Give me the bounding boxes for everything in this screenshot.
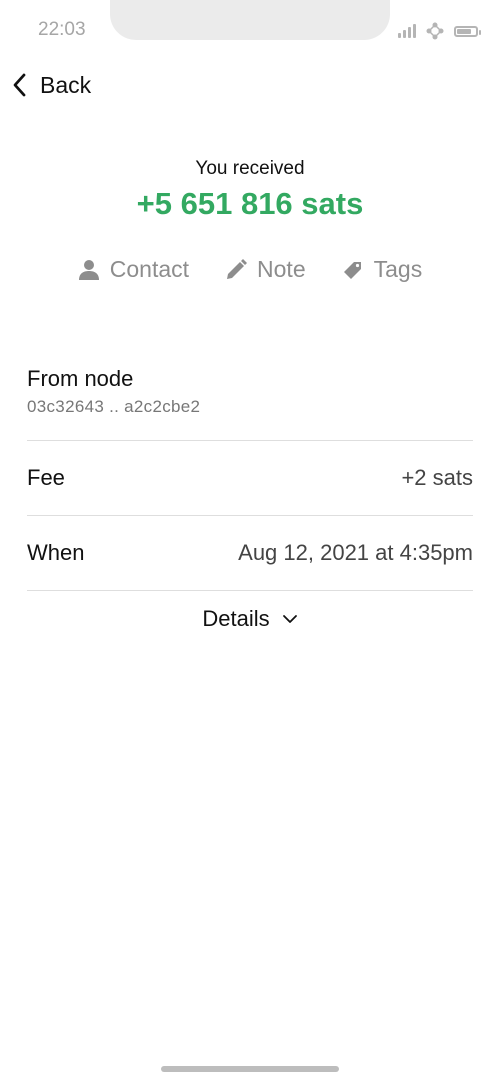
received-label: You received bbox=[195, 158, 305, 179]
tags-button[interactable]: Tags bbox=[342, 256, 423, 283]
battery-level bbox=[457, 28, 472, 34]
when-label: When bbox=[27, 540, 85, 565]
contact-button[interactable]: Contact bbox=[78, 256, 189, 283]
device-notch bbox=[110, 0, 390, 40]
home-indicator[interactable] bbox=[161, 1066, 339, 1072]
chevron-left-icon bbox=[13, 73, 26, 97]
from-node-label: From node bbox=[27, 366, 134, 391]
details-list: From node 03c32643 .. a2c2cbe2 Fee +2 sa… bbox=[27, 350, 473, 591]
battery-icon bbox=[454, 25, 481, 37]
pencil-icon bbox=[227, 258, 248, 279]
details-label: Details bbox=[202, 606, 270, 631]
note-button[interactable]: Note bbox=[225, 256, 306, 283]
amount: +5 651 816 sats bbox=[136, 186, 364, 221]
fee-row: Fee +2 sats bbox=[27, 441, 473, 516]
note-label: Note bbox=[257, 256, 306, 282]
tags-label: Tags bbox=[373, 256, 423, 282]
when-row: When Aug 12, 2021 at 4:35pm bbox=[27, 516, 473, 591]
status-time: 22:03 bbox=[38, 19, 86, 40]
contact-label: Contact bbox=[109, 256, 190, 282]
signal-icon bbox=[398, 24, 416, 38]
network-icon bbox=[426, 22, 444, 40]
status-icons bbox=[398, 22, 481, 40]
tag-icon bbox=[343, 261, 361, 279]
details-toggle-button[interactable]: Details bbox=[0, 606, 500, 632]
chevron-down-icon bbox=[282, 615, 297, 623]
fee-label: Fee bbox=[27, 465, 65, 490]
from-node-value[interactable]: 03c32643 .. a2c2cbe2 bbox=[27, 397, 473, 417]
when-value: Aug 12, 2021 at 4:35pm bbox=[238, 540, 473, 565]
back-label: Back bbox=[40, 71, 92, 98]
from-node-row: From node 03c32643 .. a2c2cbe2 bbox=[27, 350, 473, 441]
status-bar: 22:03 bbox=[0, 0, 500, 60]
person-icon bbox=[78, 259, 99, 280]
back-button[interactable]: Back bbox=[10, 66, 91, 104]
fee-value: +2 sats bbox=[401, 465, 473, 490]
action-bar: Contact Note Tags bbox=[0, 256, 500, 283]
